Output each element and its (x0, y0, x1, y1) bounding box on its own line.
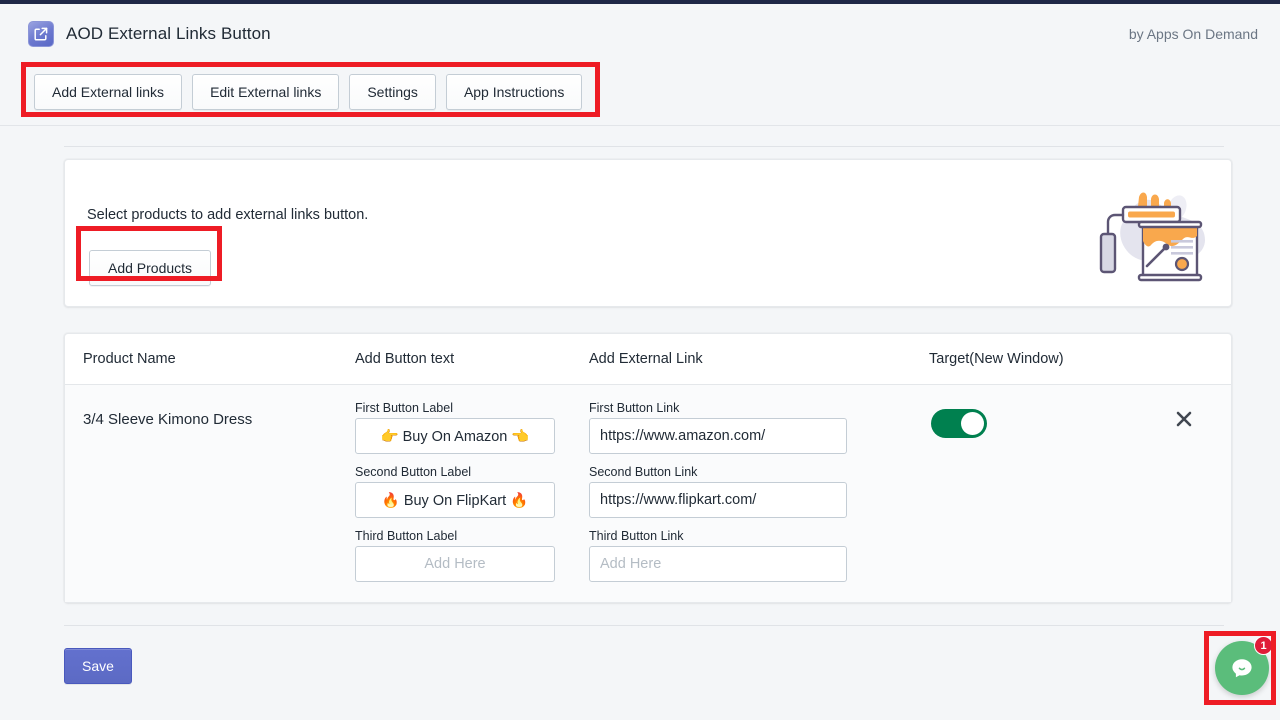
select-products-card: Select products to add external links bu… (64, 159, 1232, 307)
first-button-link-field: First Button Link (589, 401, 929, 454)
cell-product-name: 3/4 Sleeve Kimono Dress (65, 401, 355, 582)
second-button-link-input[interactable] (589, 482, 847, 518)
tab-app-instructions[interactable]: App Instructions (446, 74, 582, 110)
first-button-label-field: First Button Label (355, 401, 589, 454)
chat-unread-badge: 1 (1254, 636, 1273, 655)
page-body: Select products to add external links bu… (0, 146, 1280, 684)
tab-add-external-links[interactable]: Add External links (34, 74, 182, 110)
second-button-link-caption: Second Button Link (589, 465, 929, 479)
bottom-divider (64, 625, 1224, 626)
app-header: AOD External Links Button by Apps On Dem… (0, 4, 1280, 64)
first-button-label-caption: First Button Label (355, 401, 589, 415)
second-button-label-field: Second Button Label (355, 465, 589, 518)
chat-widget: 1 (1215, 641, 1269, 695)
second-button-link-field: Second Button Link (589, 465, 929, 518)
app-byline: by Apps On Demand (1129, 26, 1258, 42)
third-button-label-caption: Third Button Label (355, 529, 589, 543)
cell-external-link-fields: First Button Link Second Button Link Thi… (589, 401, 929, 582)
tab-edit-external-links[interactable]: Edit External links (192, 74, 339, 110)
save-button[interactable]: Save (64, 648, 132, 684)
tab-bar: Add External links Edit External links S… (0, 64, 1280, 126)
third-button-link-input[interactable] (589, 546, 847, 582)
products-table-card: Product Name Add Button text Add Externa… (64, 333, 1232, 603)
cell-delete (1174, 401, 1231, 582)
third-button-label-field: Third Button Label (355, 529, 589, 582)
close-x-icon[interactable] (1174, 409, 1194, 429)
cell-button-text-fields: First Button Label Second Button Label T… (355, 401, 589, 582)
tab-settings[interactable]: Settings (349, 74, 436, 110)
first-button-link-input[interactable] (589, 418, 847, 454)
column-header-product-name: Product Name (65, 351, 355, 367)
third-button-link-field: Third Button Link (589, 529, 929, 582)
toggle-knob (961, 412, 984, 435)
column-header-button-text: Add Button text (355, 351, 589, 367)
second-button-label-input[interactable] (355, 482, 555, 518)
first-button-link-caption: First Button Link (589, 401, 929, 415)
third-button-link-caption: Third Button Link (589, 529, 929, 543)
select-products-instruction: Select products to add external links bu… (87, 207, 368, 223)
external-link-icon (28, 21, 54, 47)
column-header-external-link: Add External Link (589, 351, 929, 367)
cell-target-toggle (929, 401, 1174, 582)
first-button-label-input[interactable] (355, 418, 555, 454)
second-button-label-caption: Second Button Label (355, 465, 589, 479)
target-new-window-toggle[interactable] (931, 409, 987, 438)
add-products-button[interactable]: Add Products (89, 250, 211, 286)
column-header-target: Target(New Window) (929, 351, 1174, 367)
paint-roller-illustration (1095, 174, 1215, 294)
third-button-label-input[interactable] (355, 546, 555, 582)
page-title: AOD External Links Button (66, 24, 271, 44)
top-divider (64, 146, 1224, 147)
table-row: 3/4 Sleeve Kimono Dress First Button Lab… (65, 385, 1231, 602)
table-header-row: Product Name Add Button text Add Externa… (65, 334, 1231, 385)
